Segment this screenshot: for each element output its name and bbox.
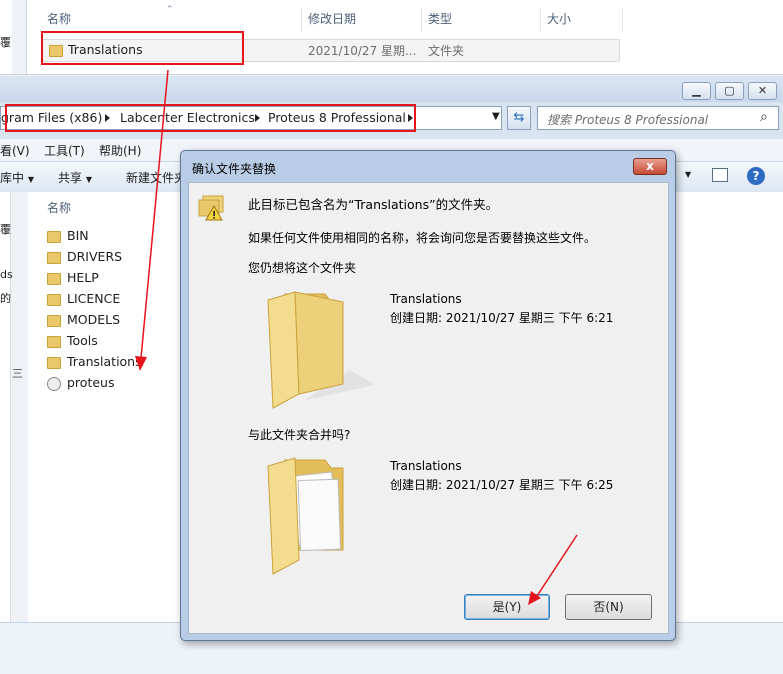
annotation-arrows [135, 69, 578, 605]
annotation-arrow-line [536, 534, 578, 597]
annotation-arrow-line [140, 69, 169, 359]
annotation-arrowhead [135, 356, 147, 371]
